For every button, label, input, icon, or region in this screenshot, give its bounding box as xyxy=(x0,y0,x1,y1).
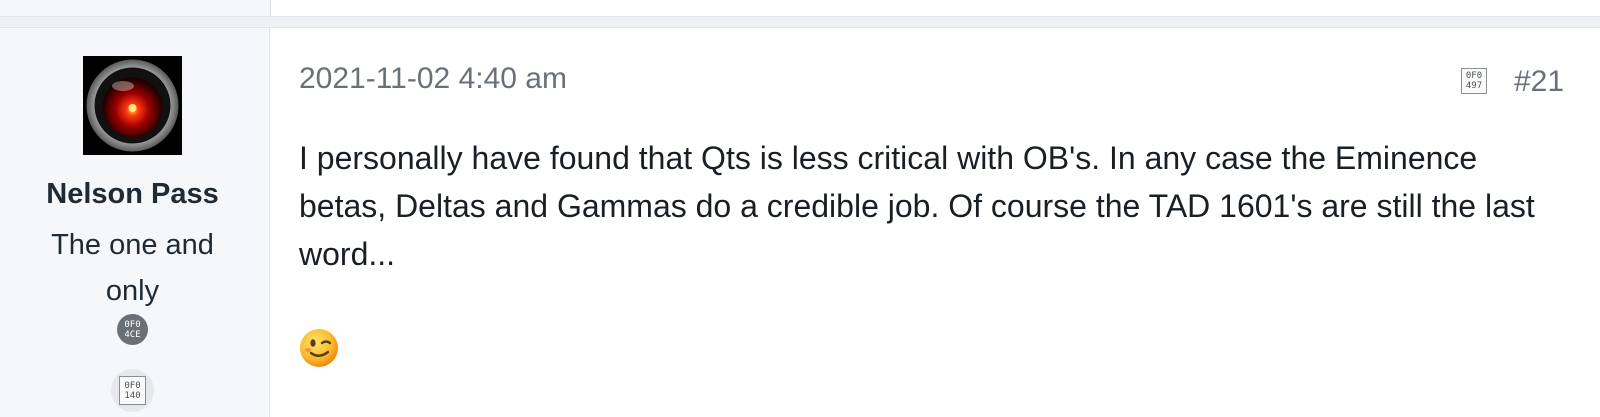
winking-face-icon xyxy=(299,328,339,368)
trophy-badge-glyph-box: 0F0140 xyxy=(119,376,146,405)
hal-eye-icon xyxy=(83,56,182,155)
post-date[interactable]: 2021-11-02 4:40 am xyxy=(299,62,567,96)
member-badge-glyph: 0F04CE xyxy=(124,319,141,340)
share-icon[interactable]: 0F0497 xyxy=(1461,68,1487,94)
post-number-link[interactable]: #21 xyxy=(1514,65,1564,99)
author-name[interactable]: Nelson Pass xyxy=(0,178,265,211)
share-icon-glyph: 0F0497 xyxy=(1465,71,1483,91)
previous-post-user-column xyxy=(0,0,271,16)
post-separator xyxy=(0,17,1600,27)
avatar[interactable] xyxy=(83,56,182,155)
forum-post: Nelson Pass The one and only 0F04CE 0F01… xyxy=(0,27,1600,417)
trophy-badge-icon[interactable]: 0F0140 xyxy=(111,369,154,412)
member-badge-icon[interactable]: 0F04CE xyxy=(117,314,148,345)
previous-post-edge xyxy=(0,0,1600,17)
author-title: The one and only xyxy=(51,229,214,307)
trophy-badge-glyph: 0F0140 xyxy=(124,380,141,401)
user-column: Nelson Pass The one and only 0F04CE 0F01… xyxy=(0,28,270,417)
post-body-text: I personally have found that Qts is less… xyxy=(299,140,1535,272)
